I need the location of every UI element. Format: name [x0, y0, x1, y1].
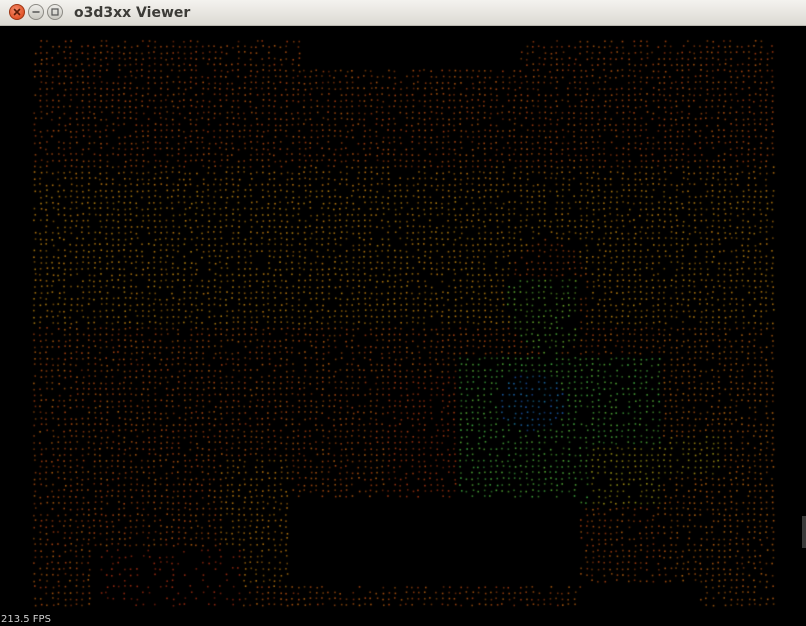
- maximize-icon: [51, 8, 59, 16]
- point-cloud-viewport[interactable]: 213.5 FPS: [0, 26, 806, 626]
- title-bar[interactable]: o3d3xx Viewer: [0, 0, 806, 26]
- close-button[interactable]: [9, 4, 25, 20]
- point-cloud-canvas[interactable]: [0, 26, 806, 626]
- viewer-window: o3d3xx Viewer 213.5 FPS: [0, 0, 806, 626]
- fps-counter: 213.5 FPS: [1, 614, 51, 625]
- close-icon: [13, 8, 21, 16]
- maximize-button[interactable]: [47, 4, 63, 20]
- minimize-icon: [32, 11, 40, 13]
- window-title: o3d3xx Viewer: [74, 5, 191, 21]
- minimize-button[interactable]: [28, 4, 44, 20]
- window-edge-handle: [802, 516, 806, 548]
